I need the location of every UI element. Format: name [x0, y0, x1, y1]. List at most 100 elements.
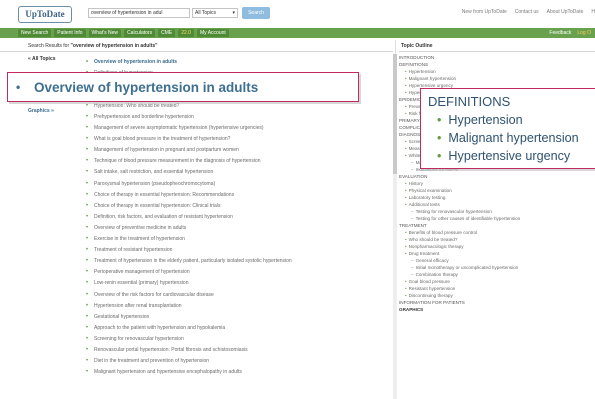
- outline-item[interactable]: Nonpharmacologic therapy: [399, 243, 595, 250]
- search-scope-select[interactable]: All Topics ▾: [192, 8, 238, 18]
- bullet-icon: •: [85, 213, 89, 220]
- top-link-h[interactable]: H: [591, 9, 595, 17]
- result-item-label: Treatment of hypertension in the elderly…: [94, 258, 292, 265]
- bullet-icon: •: [85, 180, 89, 187]
- callout-result-title: Overview of hypertension in adults: [34, 80, 259, 95]
- tab-calculators[interactable]: Calculators: [124, 29, 156, 37]
- feedback-link[interactable]: Feedback: [549, 29, 571, 37]
- result-item[interactable]: • Diet in the treatment and prevention of…: [80, 356, 390, 367]
- outline-item[interactable]: Testing for other causes of identifiable…: [399, 215, 595, 222]
- result-item[interactable]: • Exercise in the treatment of hypertensi…: [80, 234, 390, 245]
- outline-section[interactable]: EVALUATION: [399, 173, 595, 180]
- outline-item[interactable]: Resistant hypertension: [399, 285, 595, 292]
- outline-section[interactable]: DEFINITIONS: [399, 61, 595, 68]
- result-item[interactable]: • Treatment of hypertension in the elderl…: [80, 256, 390, 267]
- outline-item[interactable]: Hypertension: [399, 68, 595, 75]
- filter-all-topics-label: All Topics: [31, 56, 56, 62]
- result-item-label: Overview of preventive medicine in adult…: [94, 224, 187, 231]
- result-item[interactable]: • Overview of preventive medicine in adul…: [80, 222, 390, 233]
- callout-item-label: Malignant hypertension: [448, 131, 579, 145]
- outline-item[interactable]: Testing for renovascular hypertension: [399, 208, 595, 215]
- outline-section[interactable]: TREATMENT: [399, 222, 595, 229]
- outline-section[interactable]: INFORMATION FOR PATIENTS: [399, 299, 595, 306]
- bullet-icon: •: [85, 291, 89, 298]
- result-item[interactable]: • Technique of blood pressure measurement…: [80, 156, 390, 167]
- bullet-icon: •: [85, 158, 89, 165]
- result-item[interactable]: • Screening for renovascular hypertension: [80, 333, 390, 344]
- search-button[interactable]: Search: [242, 7, 270, 19]
- result-item[interactable]: • Treatment of resistant hypertension: [80, 245, 390, 256]
- result-item[interactable]: • Perioperative management of hypertensio…: [80, 267, 390, 278]
- outline-item[interactable]: Who should be treated?: [399, 236, 595, 243]
- result-item[interactable]: • Definition, risk factors, and evaluatio…: [80, 211, 390, 222]
- filter-all-topics[interactable]: « All Topics: [28, 54, 74, 64]
- tab-new-search[interactable]: New Search: [18, 29, 52, 37]
- callout-item: • Malignant hypertension: [437, 131, 579, 145]
- tab-cme-credits[interactable]: 22.0: [178, 29, 194, 37]
- result-item[interactable]: • Hypertension after renal transplantatio…: [80, 300, 390, 311]
- search-scope-label: All Topics: [195, 10, 217, 16]
- bullet-icon: •: [85, 114, 89, 121]
- outline-item[interactable]: Drug treatment: [399, 250, 595, 257]
- result-item-label: Renovascular portal hypertension: Portal…: [94, 346, 248, 353]
- result-item-label: Paroxysmal hypertension (pseudopheochrom…: [94, 180, 216, 187]
- result-item[interactable]: • Choice of therapy in essential hyperten…: [80, 200, 390, 211]
- results-header: Search Results for "overview of hyperten…: [0, 40, 393, 52]
- tab-patient-info[interactable]: Patient Info: [54, 29, 86, 37]
- outline-item[interactable]: Laboratory testing: [399, 194, 595, 201]
- result-item-label: Hypertension after renal transplantation: [94, 302, 182, 309]
- result-item[interactable]: • Renovascular portal hypertension: Porta…: [80, 344, 390, 355]
- outline-section[interactable]: INTRODUCTION: [399, 54, 595, 61]
- outline-scrollbar[interactable]: [393, 54, 397, 399]
- bullet-icon: •: [85, 280, 89, 287]
- result-item[interactable]: • Approach to the patient with hypertensi…: [80, 322, 390, 333]
- result-item[interactable]: • What is goal blood pressure in the trea…: [80, 134, 390, 145]
- logout-link[interactable]: Log O: [577, 29, 591, 37]
- bullet-icon: •: [85, 369, 89, 376]
- main-nav: New Search Patient Info What's New Calcu…: [0, 28, 595, 38]
- bullet-icon: •: [85, 147, 89, 154]
- callout-selected-result: • Overview of hypertension in adults: [7, 72, 359, 102]
- filter-graphics[interactable]: Graphics »: [28, 108, 72, 116]
- bullet-icon: •: [85, 324, 89, 331]
- bullet-icon: •: [85, 58, 89, 65]
- bullet-icon: •: [85, 335, 89, 342]
- bullet-icon: •: [85, 313, 89, 320]
- outline-item[interactable]: Physical examination: [399, 187, 595, 194]
- tab-my-account[interactable]: My Account: [196, 29, 229, 37]
- outline-item[interactable]: History: [399, 180, 595, 187]
- bullet-icon: •: [85, 169, 89, 176]
- result-item[interactable]: • Prehypertension and borderline hyperten…: [80, 111, 390, 122]
- callout-item-label: Hypertension: [448, 113, 523, 127]
- result-item[interactable]: • Malignant hypertension and hypertensive…: [80, 367, 390, 378]
- result-item[interactable]: • Overview of hypertension in adults: [80, 56, 390, 67]
- result-item[interactable]: • Salt intake, salt restriction, and esse…: [80, 167, 390, 178]
- result-item[interactable]: • Overview of the risk factors for cardio…: [80, 289, 390, 300]
- tab-cme[interactable]: CME: [158, 29, 176, 37]
- top-link-new[interactable]: New from UpToDate: [462, 9, 507, 17]
- outline-item[interactable]: Benefits of blood pressure control: [399, 229, 595, 236]
- outline-graphics[interactable]: GRAPHICS: [399, 306, 595, 313]
- outline-item[interactable]: Additional tests: [399, 201, 595, 208]
- outline-item[interactable]: Goal blood pressure: [399, 278, 595, 285]
- result-item[interactable]: • Management of hypertension in pregnant …: [80, 145, 390, 156]
- result-item[interactable]: • Gestational hypertension: [80, 311, 390, 322]
- outline-item[interactable]: Discontinuing therapy: [399, 292, 595, 299]
- result-item[interactable]: • Paroxysmal hypertension (pseudopheochro…: [80, 178, 390, 189]
- topic-outline-title: Topic Outline: [399, 40, 595, 52]
- result-item[interactable]: • Management of severe asymptomatic hyper…: [80, 123, 390, 134]
- scrollbar-thumb[interactable]: [393, 54, 397, 174]
- tab-whats-new[interactable]: What's New: [88, 29, 122, 37]
- result-item[interactable]: • Low-renin essential (primary) hypertens…: [80, 278, 390, 289]
- uptodate-logo[interactable]: UpToDate: [18, 6, 72, 23]
- top-link-contact[interactable]: Contact us: [515, 9, 539, 17]
- result-item-label: Management of hypertension in pregnant a…: [94, 147, 239, 154]
- outline-item[interactable]: Malignant hypertension: [399, 75, 595, 82]
- result-item[interactable]: • Choice of therapy in essential hyperten…: [80, 189, 390, 200]
- result-item[interactable]: • Hypertension: Who should be treated?: [80, 100, 390, 111]
- outline-item[interactable]: Initial monotherapy or uncomplicated hyp…: [399, 264, 595, 271]
- search-input[interactable]: overview of hypertension in adul: [88, 8, 190, 18]
- top-link-about[interactable]: About UpToDate: [547, 9, 584, 17]
- outline-item[interactable]: General efficacy: [399, 257, 595, 264]
- outline-item[interactable]: Combination therapy: [399, 271, 595, 278]
